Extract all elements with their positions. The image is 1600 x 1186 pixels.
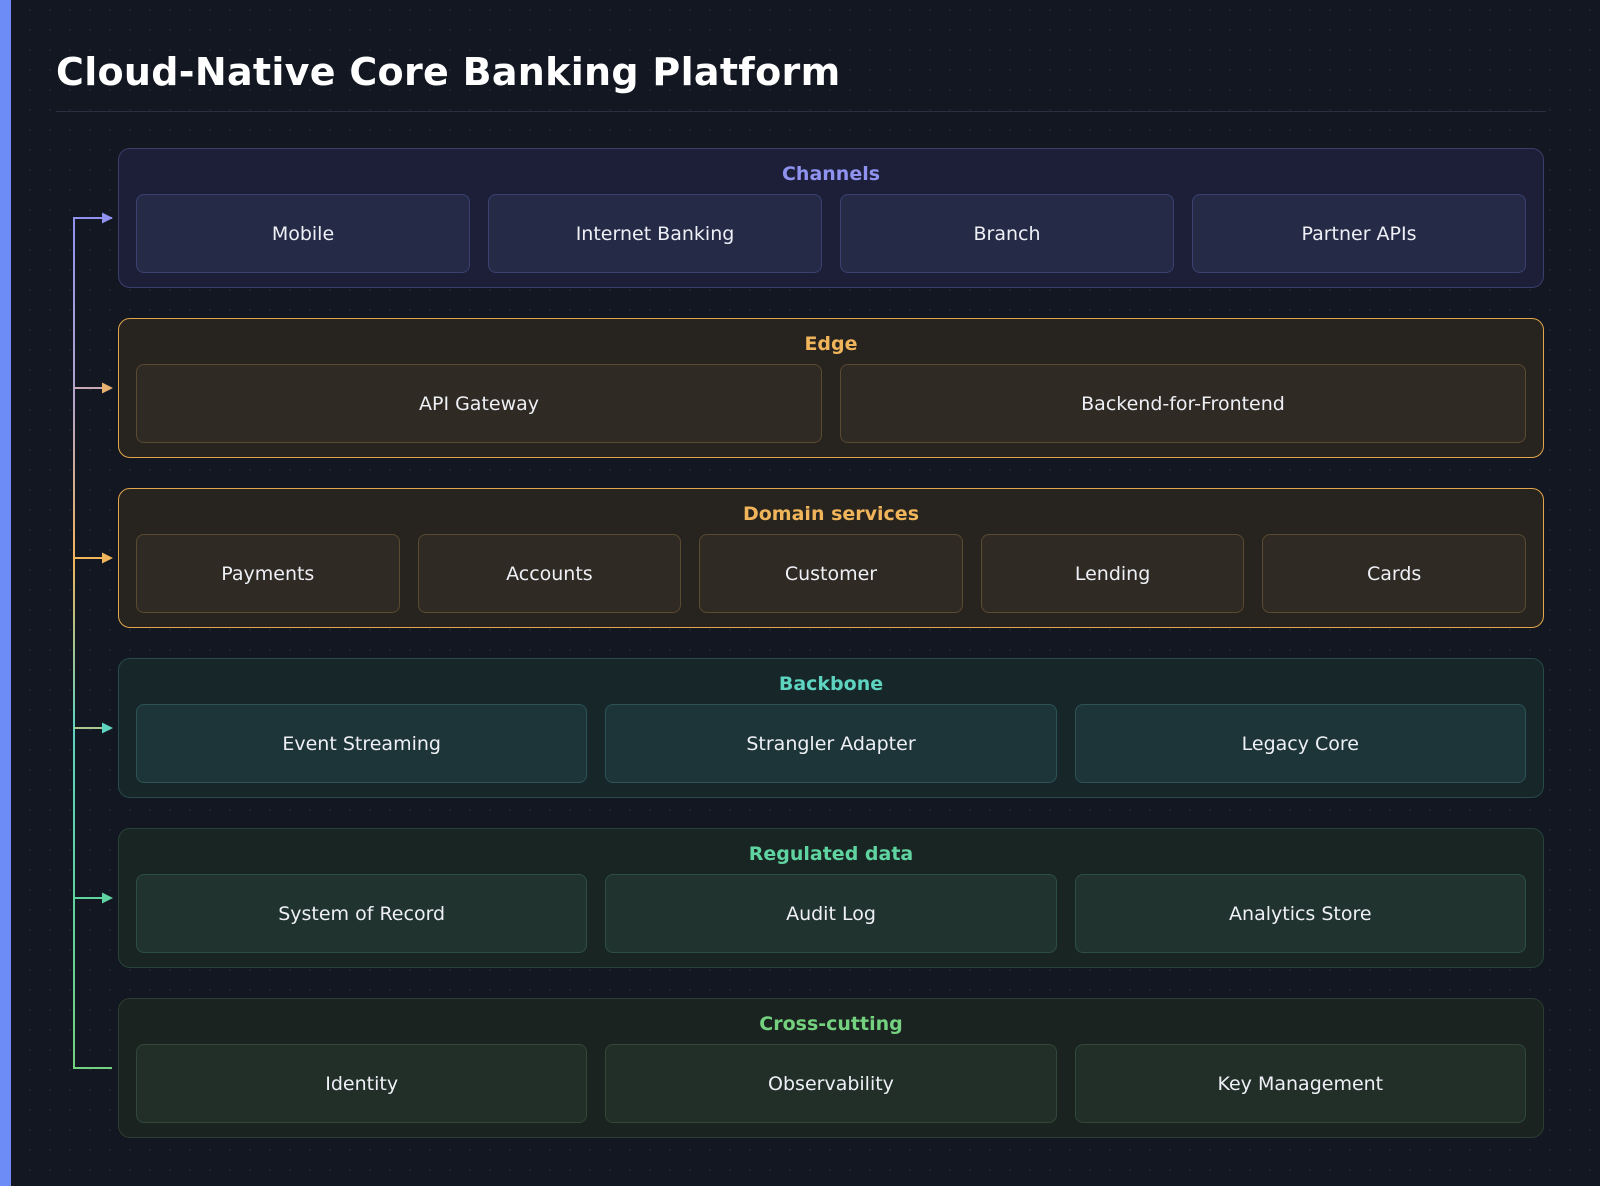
node-analytics-store[interactable]: Analytics Store: [1074, 874, 1526, 953]
layer-title: Edge: [804, 333, 858, 355]
node-observability[interactable]: Observability: [605, 1044, 1057, 1123]
node-row: System of Record Audit Log Analytics Sto…: [136, 874, 1526, 953]
layer-title: Domain services: [742, 503, 920, 525]
connector-arrow-channels: [74, 212, 113, 224]
connector-arrow-edge: [74, 382, 113, 394]
connector-arrow-domain-services: [74, 552, 113, 564]
node-legacy-core[interactable]: Legacy Core: [1074, 704, 1526, 783]
node-customer[interactable]: Customer: [699, 534, 963, 613]
layer-edge: Edge API Gateway Backend-for-Frontend: [118, 318, 1544, 458]
node-lending[interactable]: Lending: [980, 534, 1245, 613]
node-row: Identity Observability Key Management: [136, 1044, 1526, 1123]
node-row: API Gateway Backend-for-Frontend: [136, 364, 1526, 443]
connector-arrow-regulated-data: [74, 892, 113, 904]
layer-backbone: Backbone Event Streaming Strangler Adapt…: [118, 658, 1544, 798]
node-branch[interactable]: Branch: [840, 194, 1174, 273]
node-key-management[interactable]: Key Management: [1074, 1044, 1526, 1123]
layer-regulated-data: Regulated data System of Record Audit Lo…: [118, 828, 1544, 968]
layer-domain-services: Domain services Payments Accounts Custom…: [118, 488, 1544, 628]
node-mobile[interactable]: Mobile: [136, 194, 470, 273]
node-row: Event Streaming Strangler Adapter Legacy…: [136, 704, 1526, 783]
node-event-streaming[interactable]: Event Streaming: [136, 704, 588, 783]
node-system-of-record[interactable]: System of Record: [136, 874, 588, 953]
layer-title: Backbone: [778, 673, 884, 695]
layer-channels: Channels Mobile Internet Banking Branch …: [118, 148, 1544, 288]
connector-arrow-backbone: [74, 722, 113, 734]
node-audit-log[interactable]: Audit Log: [605, 874, 1057, 953]
accent-bar: [0, 0, 11, 1186]
node-strangler-adapter[interactable]: Strangler Adapter: [605, 704, 1057, 783]
node-partner-apis[interactable]: Partner APIs: [1192, 194, 1526, 273]
node-cards[interactable]: Cards: [1262, 534, 1526, 613]
layer-title: Regulated data: [748, 843, 914, 865]
node-payments[interactable]: Payments: [136, 534, 400, 613]
layer-title: Cross-cutting: [759, 1013, 903, 1035]
layer-cross-cutting: Cross-cutting Identity Observability Key…: [118, 998, 1544, 1138]
layer-title: Channels: [781, 163, 881, 185]
connector-spine: [73, 217, 112, 1069]
node-api-gateway[interactable]: API Gateway: [136, 364, 822, 443]
node-internet-banking[interactable]: Internet Banking: [488, 194, 822, 273]
page-title: Cloud-Native Core Banking Platform: [56, 50, 841, 94]
node-identity[interactable]: Identity: [136, 1044, 588, 1123]
node-row: Mobile Internet Banking Branch Partner A…: [136, 194, 1526, 273]
title-divider: [56, 111, 1546, 112]
node-backend-for-frontend[interactable]: Backend-for-Frontend: [840, 364, 1526, 443]
node-accounts[interactable]: Accounts: [417, 534, 682, 613]
node-row: Payments Accounts Customer Lending Cards: [136, 534, 1526, 613]
